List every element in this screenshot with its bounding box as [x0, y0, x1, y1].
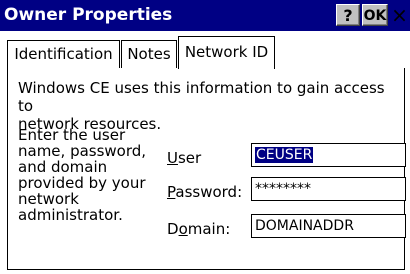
user-label-accel: U — [167, 149, 178, 167]
intro-line-1: Windows CE uses this information to gain… — [18, 79, 385, 115]
instructions-text: Enter the user name, password, and domai… — [18, 127, 158, 223]
intro-text: Windows CE uses this information to gain… — [18, 79, 398, 133]
domain-input-value: DOMAINADDR — [255, 218, 354, 234]
instructions-line: network — [18, 190, 79, 208]
password-label: Password: — [167, 183, 242, 201]
user-input-value: CEUSER — [255, 147, 314, 163]
tab-identification[interactable]: Identification — [7, 40, 120, 69]
password-input-value: ******** — [255, 181, 311, 197]
tab-strip: Identification Notes Network ID — [0, 31, 410, 69]
domain-label: Domain: — [167, 220, 230, 238]
tab-network-id[interactable]: Network ID — [178, 36, 275, 69]
password-input[interactable]: ******** — [251, 177, 406, 201]
user-label-rest: ser — [177, 149, 202, 167]
user-label: User — [167, 149, 201, 167]
password-label-rest: assword: — [175, 183, 243, 201]
domain-label-rest: main: — [187, 220, 231, 238]
instructions-line: administrator. — [18, 206, 123, 224]
close-button[interactable]: × — [389, 4, 410, 26]
instructions-line: name, password, — [18, 142, 147, 160]
window-title: Owner Properties — [4, 5, 173, 25]
domain-input[interactable]: DOMAINADDR — [251, 214, 406, 238]
title-bar[interactable]: Owner Properties ? OK × — [0, 0, 410, 31]
user-input[interactable]: CEUSER — [251, 143, 406, 167]
help-button[interactable]: ? — [336, 4, 360, 26]
instructions-line: provided by your — [18, 174, 146, 192]
owner-properties-window: Owner Properties ? OK × Identification N… — [0, 0, 410, 274]
ok-button[interactable]: OK — [362, 4, 388, 26]
tab-notes[interactable]: Notes — [121, 40, 177, 69]
domain-label-accel: o — [178, 220, 188, 238]
close-icon: × — [391, 3, 408, 27]
domain-label-pre: D — [167, 220, 179, 238]
instructions-line: Enter the user — [18, 126, 126, 144]
instructions-line: and domain — [18, 158, 108, 176]
